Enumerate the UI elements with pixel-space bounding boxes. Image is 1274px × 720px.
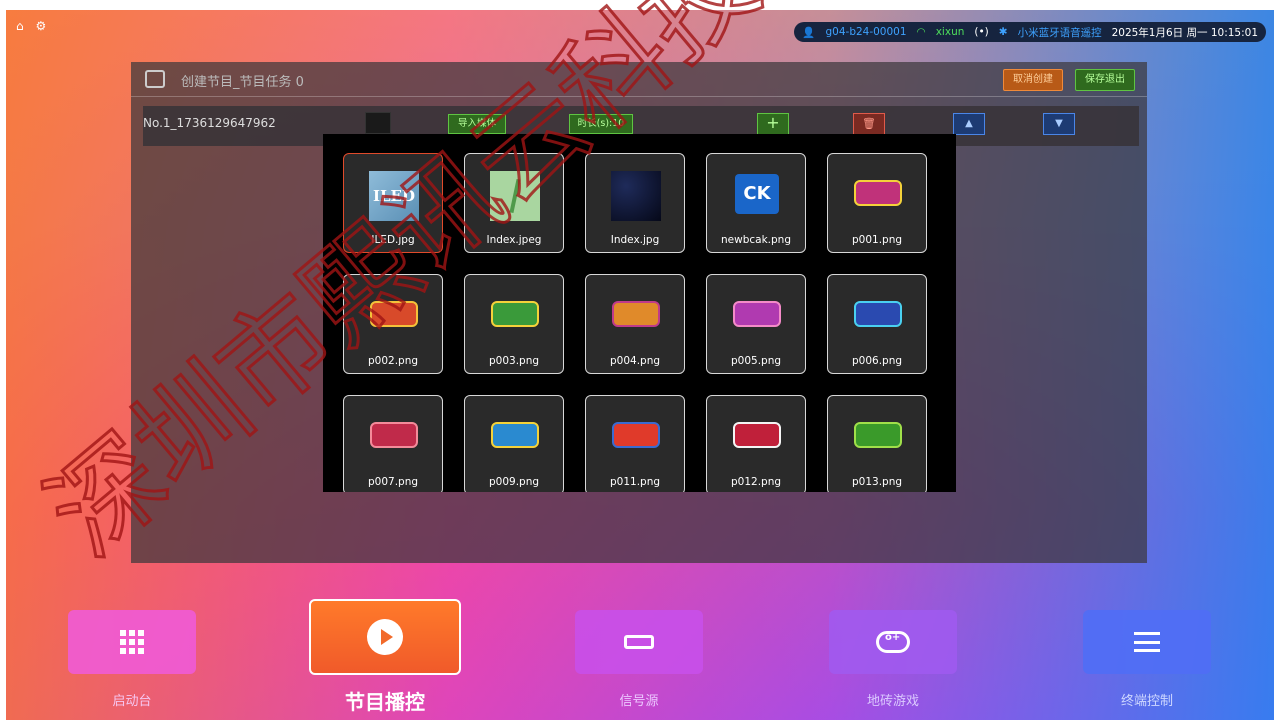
plus-icon: +	[766, 113, 780, 132]
sliders-icon	[1134, 632, 1160, 652]
datetime: 2025年1月6日 周一 10:15:01	[1111, 26, 1258, 39]
bluetooth-device: 小米蓝牙语音遥控	[1017, 26, 1102, 39]
triangle-up-icon: ▲	[965, 118, 973, 129]
media-tile[interactable]: p001.png	[827, 153, 927, 253]
duration-button[interactable]: 时长(s):10	[569, 114, 633, 134]
media-file-name: p007.png	[367, 476, 419, 488]
media-file-name: p013.png	[851, 476, 903, 488]
image-thumbnail	[608, 418, 664, 452]
media-tile[interactable]: p012.png	[706, 395, 806, 492]
triangle-down-icon: ▼	[1055, 118, 1063, 129]
signal-source-button[interactable]	[575, 610, 703, 674]
media-file-name: Index.jpeg	[486, 234, 542, 246]
dock-label-floor-tile-game: 地砖游戏	[866, 694, 919, 709]
move-down-button[interactable]: ▼	[1043, 113, 1075, 135]
wifi-icon: ◠	[916, 26, 926, 38]
grid-icon	[120, 630, 144, 654]
image-thumbnail	[611, 171, 661, 221]
bluetooth-icon: ✱	[998, 26, 1008, 38]
wifi-name: xixun	[935, 26, 965, 38]
hotspot-icon: (•)	[974, 26, 989, 38]
media-tile[interactable]: ILED ILED.jpg	[343, 153, 443, 253]
media-tile[interactable]: CK newbcak.png	[706, 153, 806, 253]
image-thumbnail: CK	[735, 174, 779, 214]
image-thumbnail	[729, 418, 785, 452]
move-up-button[interactable]: ▲	[953, 113, 985, 135]
media-tile[interactable]: p009.png	[464, 395, 564, 492]
desktop: ⌂ ⚙ 👤 g04-b24-00001 ◠ xixun (•) ✱ 小米蓝牙语音…	[6, 10, 1274, 720]
user-id: g04-b24-00001	[825, 26, 907, 38]
window-title: 创建节目_节目任务 0	[181, 75, 304, 90]
media-tile[interactable]: p007.png	[343, 395, 443, 492]
trash-icon: 🗑	[862, 117, 876, 130]
media-file-name: p002.png	[367, 355, 419, 367]
media-file-name: p006.png	[851, 355, 903, 367]
image-thumbnail	[608, 297, 664, 331]
media-picker-dialog: ILED ILED.jpg Index.jpeg Index.jpg CK ne…	[323, 134, 956, 492]
delete-button[interactable]: 🗑	[853, 113, 885, 135]
image-thumbnail: ILED	[369, 171, 419, 221]
image-thumbnail	[366, 418, 422, 452]
save-exit-button[interactable]: 保存退出	[1075, 69, 1135, 91]
media-file-name: p003.png	[488, 355, 540, 367]
media-tile[interactable]: p005.png	[706, 274, 806, 374]
add-button[interactable]: +	[757, 113, 789, 135]
media-tile[interactable]: p006.png	[827, 274, 927, 374]
media-file-name: p005.png	[730, 355, 782, 367]
image-thumbnail	[490, 171, 540, 221]
media-file-name: p012.png	[730, 476, 782, 488]
media-file-name: p011.png	[609, 476, 661, 488]
top-bar: ⌂ ⚙ 👤 g04-b24-00001 ◠ xixun (•) ✱ 小米蓝牙语音…	[6, 10, 1274, 44]
dock-label-program-control: 节目播控	[345, 690, 425, 714]
dock-label-signal-source: 信号源	[619, 694, 659, 709]
media-tile[interactable]: p013.png	[827, 395, 927, 492]
media-tile[interactable]: Index.jpeg	[464, 153, 564, 253]
image-thumbnail	[487, 418, 543, 452]
media-file-name: newbcak.png	[721, 234, 791, 246]
floor-tile-game-button[interactable]	[829, 610, 957, 674]
program-icon	[145, 70, 165, 88]
media-tile[interactable]: p003.png	[464, 274, 564, 374]
image-thumbnail	[729, 297, 785, 331]
media-tile[interactable]: p002.png	[343, 274, 443, 374]
user-icon: 👤	[802, 26, 816, 39]
dock-label-terminal-control: 终端控制	[1120, 694, 1173, 709]
status-pill: 👤 g04-b24-00001 ◠ xixun (•) ✱ 小米蓝牙语音遥控 2…	[794, 22, 1266, 42]
hdmi-icon	[624, 635, 654, 649]
image-thumbnail	[487, 297, 543, 331]
program-control-button[interactable]	[309, 599, 461, 675]
media-file-name: p004.png	[609, 355, 661, 367]
window-header: 创建节目_节目任务 0 取消创建 保存退出	[131, 62, 1147, 97]
media-tile[interactable]: Index.jpg	[585, 153, 685, 253]
terminal-control-button[interactable]	[1083, 610, 1211, 674]
image-thumbnail	[850, 176, 906, 210]
media-file-name: Index.jpg	[610, 234, 660, 246]
media-file-name: p001.png	[851, 234, 903, 246]
task-name: No.1_1736129647962	[143, 116, 276, 130]
media-file-name: p009.png	[488, 476, 540, 488]
home-icon[interactable]: ⌂	[16, 19, 24, 33]
media-tile[interactable]: p011.png	[585, 395, 685, 492]
media-tile[interactable]: p004.png	[585, 274, 685, 374]
color-swatch[interactable]	[365, 112, 391, 134]
play-icon	[367, 619, 403, 655]
import-media-button[interactable]: 导入媒体	[448, 114, 506, 134]
cancel-create-button[interactable]: 取消创建	[1003, 69, 1063, 91]
image-thumbnail	[850, 297, 906, 331]
image-thumbnail	[850, 418, 906, 452]
dock-label-launchpad: 启动台	[112, 694, 152, 709]
gamepad-icon	[876, 631, 910, 653]
gear-icon[interactable]: ⚙	[35, 19, 46, 33]
image-thumbnail	[366, 297, 422, 331]
launchpad-button[interactable]	[68, 610, 196, 674]
media-file-name: ILED.jpg	[371, 234, 415, 246]
